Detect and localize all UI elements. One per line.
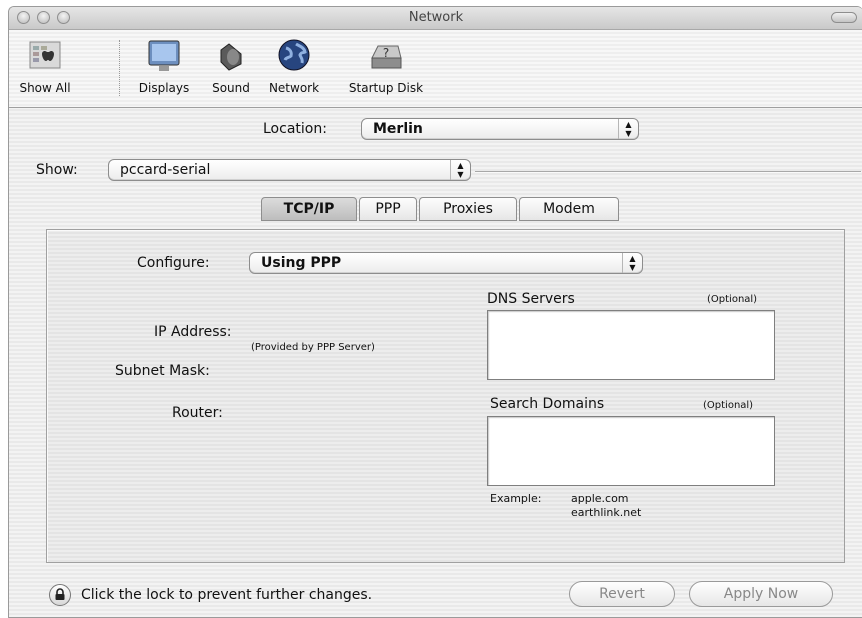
separator-line	[475, 171, 861, 173]
tcpip-panel: Configure: Using PPP ▲ ▼ DNS Servers (Opt…	[46, 229, 845, 563]
network-window: Network Show All Displays Sound Network …	[8, 6, 862, 618]
ip-address-label: IP Address:	[154, 324, 232, 340]
tab-tcpip[interactable]: TCP/IP	[261, 197, 357, 221]
example-domain-2: earthlink.net	[571, 506, 642, 519]
provided-by-ppp-note: (Provided by PPP Server)	[251, 342, 375, 353]
tab-ppp[interactable]: PPP	[359, 197, 417, 221]
router-label: Router:	[172, 405, 223, 421]
apply-now-button[interactable]: Apply Now	[689, 581, 833, 607]
disk-icon: ?	[371, 45, 402, 69]
configure-label: Configure:	[137, 255, 210, 271]
tab-proxies[interactable]: Proxies	[419, 197, 517, 221]
apple-show-all-icon	[29, 41, 61, 69]
toolbar-network[interactable]: Network	[259, 38, 329, 95]
toolbar-separator	[119, 40, 121, 96]
revert-button[interactable]: Revert	[569, 581, 675, 607]
display-icon	[148, 40, 180, 71]
window-title: Network	[408, 10, 464, 25]
search-domains-label: Search Domains	[490, 396, 605, 412]
dns-servers-label: DNS Servers	[487, 291, 575, 307]
location-popup[interactable]: Merlin ▲ ▼	[361, 118, 639, 140]
location-value: Merlin	[373, 121, 423, 137]
popup-arrows-icon: ▲ ▼	[622, 253, 642, 273]
toolbar-toggle-button[interactable]	[831, 12, 857, 23]
tab-modem[interactable]: Modem	[519, 197, 619, 221]
title-bar: Network	[9, 7, 862, 30]
show-label: Show:	[36, 162, 78, 178]
toolbar-sound[interactable]: Sound	[204, 38, 258, 95]
globe-icon	[278, 39, 310, 71]
toolbar-startup-disk[interactable]: ? Startup Disk	[343, 38, 429, 95]
search-optional-note: (Optional)	[703, 400, 754, 411]
toolbar: Show All Displays Sound Network ? Startu…	[9, 30, 862, 108]
configure-value: Using PPP	[261, 255, 342, 271]
location-label: Location:	[263, 121, 327, 137]
lock-message: Click the lock to prevent further change…	[81, 587, 373, 603]
configure-popup[interactable]: Using PPP ▲ ▼	[249, 252, 643, 274]
toolbar-label-show-all: Show All	[19, 81, 71, 95]
popup-arrows-icon: ▲ ▼	[450, 160, 470, 180]
dns-optional-note: (Optional)	[707, 294, 758, 305]
toolbar-label-startup-disk: Startup Disk	[348, 81, 424, 95]
svg-text:?: ?	[383, 46, 389, 60]
toolbar-label-sound: Sound	[212, 81, 250, 95]
subnet-mask-label: Subnet Mask:	[115, 363, 210, 379]
toolbar-show-all[interactable]: Show All	[15, 38, 75, 95]
example-domain-1: apple.com	[571, 492, 629, 505]
example-label: Example:	[490, 492, 542, 505]
dns-servers-field[interactable]	[487, 310, 775, 380]
lock-icon	[55, 588, 65, 600]
speaker-icon	[220, 43, 242, 71]
toolbar-label-displays: Displays	[138, 81, 190, 95]
toolbar-displays[interactable]: Displays	[131, 38, 197, 95]
popup-arrows-icon: ▲ ▼	[618, 119, 638, 139]
show-value: pccard-serial	[120, 162, 211, 178]
lock-button[interactable]	[49, 584, 71, 606]
toolbar-label-network: Network	[268, 81, 320, 95]
show-popup[interactable]: pccard-serial ▲ ▼	[108, 159, 471, 181]
search-domains-field[interactable]	[487, 416, 775, 486]
